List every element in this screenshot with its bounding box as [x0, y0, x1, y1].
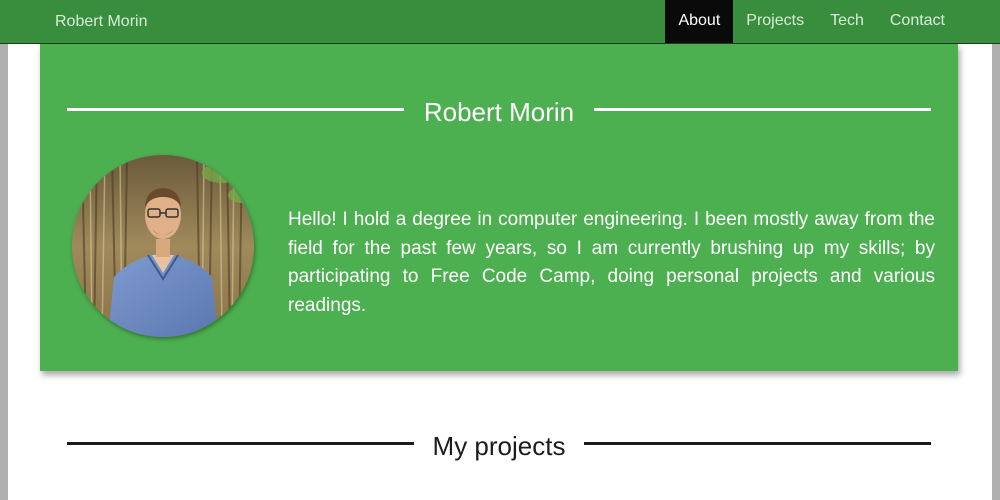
brand-link[interactable]: Robert Morin: [55, 0, 147, 43]
about-heading: Robert Morin: [67, 94, 931, 134]
top-navbar: Robert Morin About Projects Tech Contact: [0, 0, 1000, 44]
profile-photo-image: [72, 155, 254, 337]
nav-menu: About Projects Tech Contact: [665, 0, 958, 43]
nav-item-contact[interactable]: Contact: [877, 0, 958, 43]
profile-photo: [72, 155, 254, 337]
nav-item-tech[interactable]: Tech: [817, 0, 877, 43]
about-description: Hello! I hold a degree in computer engin…: [288, 209, 935, 316]
nav-item-about[interactable]: About: [665, 0, 734, 43]
projects-title: My projects: [432, 431, 566, 461]
heading-rule-right: [594, 108, 931, 111]
heading-rule-right: [584, 442, 931, 445]
about-title: Robert Morin: [423, 97, 575, 127]
projects-heading: My projects: [67, 428, 931, 468]
nav-item-projects[interactable]: Projects: [733, 0, 817, 43]
about-section: Robert Morin Hello! I hold a degree in c…: [40, 44, 958, 371]
